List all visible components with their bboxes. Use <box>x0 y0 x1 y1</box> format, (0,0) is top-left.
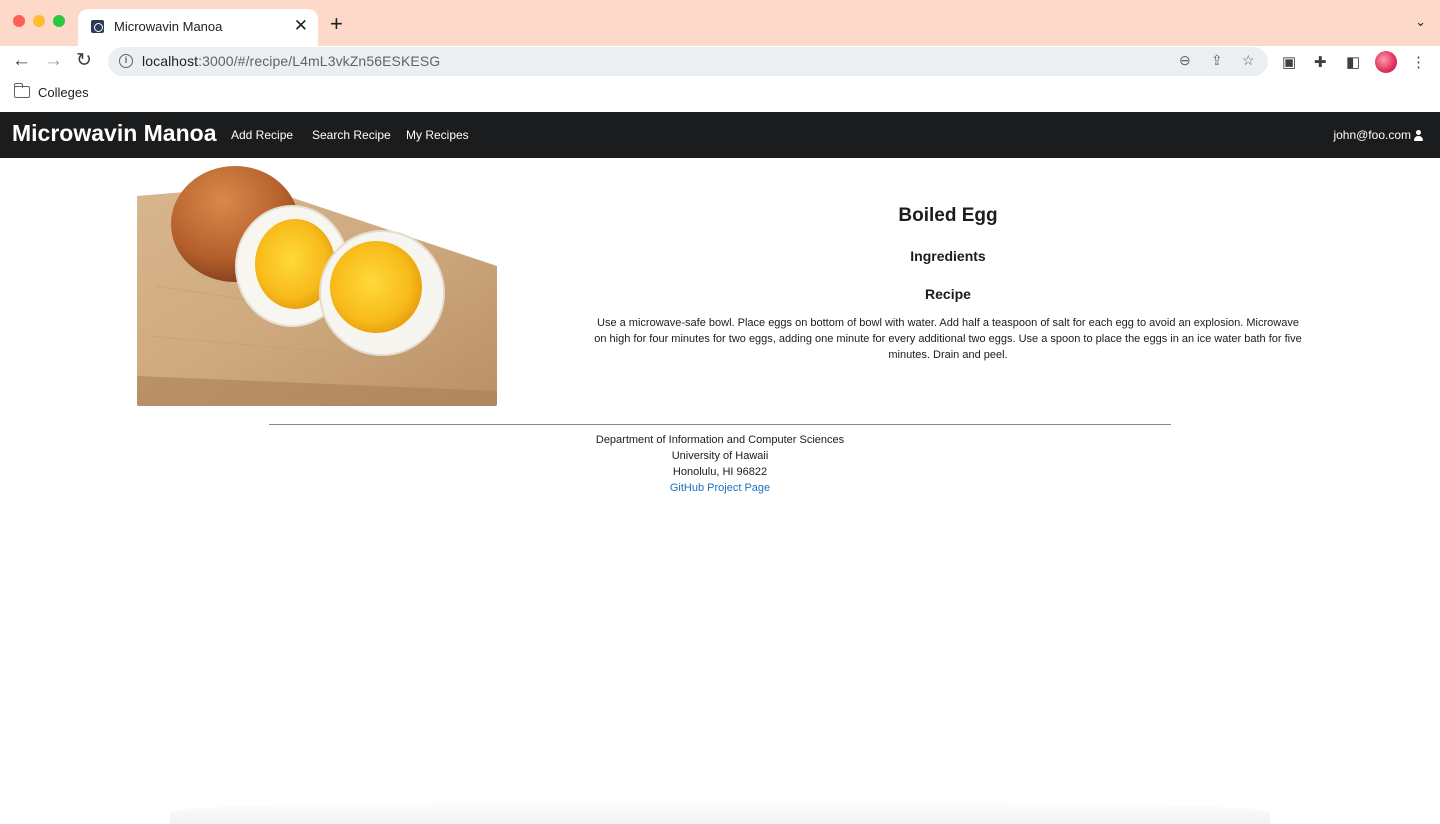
user-menu[interactable]: john@foo.com <box>1333 128 1424 142</box>
folder-icon <box>13 83 30 98</box>
info-icon[interactable]: i <box>119 54 133 68</box>
recipe-title: Boiled Egg <box>898 205 998 226</box>
nav-add-recipe[interactable]: Add Recipe <box>231 128 293 142</box>
url-text[interactable]: localhost:3000/#/recipe/L4mL3vkZn56ESKES… <box>142 53 440 69</box>
bookmark-colleges[interactable]: Colleges <box>38 85 89 100</box>
user-icon <box>1413 129 1424 141</box>
app-navbar: Microwavin Manoa Add Recipe Search Recip… <box>0 112 1440 158</box>
back-icon[interactable]: ← <box>12 49 31 73</box>
brand-logo[interactable]: Microwavin Manoa <box>12 120 216 147</box>
footer-department: Department of Information and Computer S… <box>595 434 845 446</box>
browser-tab-active[interactable]: Microwavin Manoa ✕ <box>78 9 318 46</box>
forward-icon[interactable]: → <box>44 49 63 73</box>
menu-icon[interactable]: ⋮ <box>1411 53 1426 71</box>
footer-divider <box>269 424 1171 425</box>
extension-icon[interactable]: ▣ <box>1282 53 1296 71</box>
recipe-image <box>137 166 497 406</box>
star-icon[interactable]: ☆ <box>1242 52 1255 69</box>
share-icon[interactable]: ⇪ <box>1211 52 1223 69</box>
footer: Department of Information and Computer S… <box>0 432 1440 496</box>
footer-university: University of Hawaii <box>671 450 769 462</box>
recipe-instructions: Use a microwave-safe bowl. Place eggs on… <box>594 317 1302 361</box>
reload-icon[interactable]: ↻ <box>76 49 92 73</box>
tab-search-icon[interactable]: ⌄ <box>1415 14 1426 30</box>
user-email: john@foo.com <box>1333 128 1411 142</box>
bookmarks-bar: Colleges <box>0 80 1440 108</box>
new-tab-button[interactable]: + <box>330 13 343 35</box>
address-bar[interactable]: i localhost:3000/#/recipe/L4mL3vkZn56ESK… <box>108 47 1268 76</box>
close-window-button[interactable] <box>13 15 25 27</box>
boiled-egg-illustration <box>137 166 497 406</box>
sidepanel-icon[interactable]: ◧ <box>1346 53 1360 71</box>
minimize-window-button[interactable] <box>33 15 45 27</box>
tab-title: Microwavin Manoa <box>114 19 223 34</box>
github-project-link[interactable]: GitHub Project Page <box>0 480 1440 496</box>
ingredients-heading: Ingredients <box>910 248 986 264</box>
maximize-window-button[interactable] <box>53 15 65 27</box>
recipe-heading: Recipe <box>925 286 971 302</box>
browser-tab-bar: Microwavin Manoa ✕ + ⌄ <box>0 0 1440 46</box>
footer-address: Honolulu, HI 96822 <box>672 466 768 478</box>
favicon-icon <box>91 20 104 33</box>
profile-avatar[interactable] <box>1375 51 1397 73</box>
tab-close-icon[interactable]: ✕ <box>294 16 308 36</box>
page-bottom-shadow <box>170 800 1270 824</box>
nav-search-recipe[interactable]: Search Recipe <box>312 128 391 142</box>
puzzle-icon[interactable]: ✚ <box>1314 53 1327 71</box>
nav-my-recipes[interactable]: My Recipes <box>406 128 469 142</box>
browser-toolbar: ← → ↻ i localhost:3000/#/recipe/L4mL3vkZ… <box>0 46 1440 76</box>
recipe-details: Boiled Egg Ingredients Recipe Use a micr… <box>590 200 1306 363</box>
zoom-icon[interactable]: ⊖ <box>1179 52 1191 69</box>
